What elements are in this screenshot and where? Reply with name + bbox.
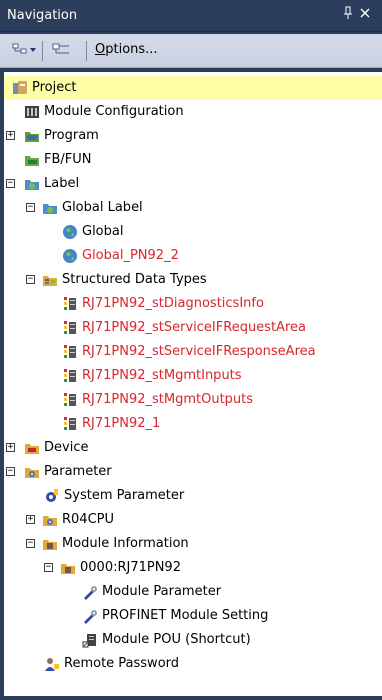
tree-item-sdt[interactable]: RJ71PN92_stDiagnosticsInfo bbox=[4, 292, 382, 316]
tree-item-r04cpu[interactable]: + R04CPU bbox=[4, 508, 382, 532]
device-folder-icon bbox=[24, 440, 40, 456]
structure-icon bbox=[62, 296, 78, 312]
module-information-folder-icon bbox=[42, 536, 58, 552]
structure-icon bbox=[62, 392, 78, 408]
remote-password-icon bbox=[44, 656, 60, 672]
tree-item-label: Parameter bbox=[44, 464, 112, 479]
expand-icon[interactable]: + bbox=[6, 131, 15, 140]
options-label-rest: ptions... bbox=[105, 42, 158, 57]
structure-icon bbox=[62, 320, 78, 336]
tree-item-label: Label bbox=[44, 176, 80, 191]
tree-item-label-folder[interactable]: − Label bbox=[4, 172, 382, 196]
tree-item-module-configuration[interactable]: Module Configuration bbox=[4, 100, 382, 124]
collapse-icon[interactable]: − bbox=[44, 563, 53, 572]
tree-item-label: Module POU (Shortcut) bbox=[102, 632, 251, 647]
tree-item-label: RJ71PN92_stMgmtInputs bbox=[82, 368, 242, 383]
tree-item-label: R04CPU bbox=[62, 512, 115, 527]
tree-item-label: RJ71PN92_stServiceIFResponseArea bbox=[82, 344, 316, 359]
expand-icon[interactable]: + bbox=[26, 515, 35, 524]
tree-item-label: Global bbox=[82, 224, 124, 239]
module-configuration-icon bbox=[24, 104, 40, 120]
tree-item-remote-password[interactable]: Remote Password bbox=[4, 652, 382, 676]
tree-item-label: FB/FUN bbox=[44, 152, 92, 167]
label-folder-icon bbox=[24, 176, 40, 192]
tree-item-label: System Parameter bbox=[64, 488, 185, 503]
tree-item-parameter[interactable]: − Parameter bbox=[4, 460, 382, 484]
tree-item-system-parameter[interactable]: System Parameter bbox=[4, 484, 382, 508]
tree-item-module-parameter[interactable]: Module Parameter bbox=[4, 580, 382, 604]
tree-item-module-pou[interactable]: Module POU (Shortcut) bbox=[4, 628, 382, 652]
display-mode-dropdown-icon[interactable] bbox=[12, 40, 38, 60]
tree-item-label: RJ71PN92_stServiceIFRequestArea bbox=[82, 320, 306, 335]
tree-item-label: Global Label bbox=[62, 200, 143, 215]
tree-item-module-information[interactable]: − Module Information bbox=[4, 532, 382, 556]
tree-item-label: Remote Password bbox=[64, 656, 180, 671]
tree-item-sdt[interactable]: RJ71PN92_stMgmtInputs bbox=[4, 364, 382, 388]
collapse-icon[interactable]: − bbox=[6, 467, 15, 476]
tree-item-label: Program bbox=[44, 128, 99, 143]
tree-item-sdt[interactable]: RJ71PN92_stServiceIFResponseArea bbox=[4, 340, 382, 364]
tree-item-profinet-module-setting[interactable]: PROFINET Module Setting bbox=[4, 604, 382, 628]
collapse-icon[interactable]: − bbox=[26, 275, 35, 284]
tree-item-label: RJ71PN92_stDiagnosticsInfo bbox=[82, 296, 264, 311]
panel-toolbar: Options... bbox=[0, 34, 382, 68]
tree-item-project[interactable]: Project bbox=[4, 76, 382, 100]
tree-item-sdt[interactable]: RJ71PN92_1 bbox=[4, 412, 382, 436]
tree-item-structured-data-types[interactable]: − Structured Data Types bbox=[4, 268, 382, 292]
structure-icon bbox=[62, 416, 78, 432]
tree-item-fbfun[interactable]: FB/FUN bbox=[4, 148, 382, 172]
tree-item-label: Global_PN92_2 bbox=[82, 248, 179, 263]
tree-item-label: PROFINET Module Setting bbox=[102, 608, 269, 623]
parameter-folder-icon bbox=[24, 464, 40, 480]
options-button[interactable]: Options... bbox=[95, 42, 158, 57]
module-folder-icon bbox=[60, 560, 76, 576]
shortcut-icon bbox=[82, 632, 98, 648]
tree-item-label: RJ71PN92_stMgmtOutputs bbox=[82, 392, 254, 407]
expand-icon[interactable]: + bbox=[6, 443, 15, 452]
tree-item-sdt[interactable]: RJ71PN92_stMgmtOutputs bbox=[4, 388, 382, 412]
tree-item-global-label[interactable]: − Global Label bbox=[4, 196, 382, 220]
module-setting-icon bbox=[82, 608, 98, 624]
globe-icon bbox=[62, 224, 78, 240]
tree-item-module-0000[interactable]: − 0000:RJ71PN92 bbox=[4, 556, 382, 580]
panel-title: Navigation bbox=[7, 8, 78, 23]
tree-item-global-pn92-2[interactable]: Global_PN92_2 bbox=[4, 244, 382, 268]
structure-icon bbox=[62, 368, 78, 384]
project-tree: Project Module Configuration + Program F… bbox=[4, 72, 382, 696]
system-parameter-icon bbox=[44, 488, 60, 504]
tree-item-label: RJ71PN92_1 bbox=[82, 416, 161, 431]
cpu-folder-icon bbox=[42, 512, 58, 528]
tree-item-label: Module Configuration bbox=[44, 104, 184, 119]
tree-item-program[interactable]: + Program bbox=[4, 124, 382, 148]
collapse-icon[interactable]: − bbox=[6, 179, 15, 188]
project-icon bbox=[12, 80, 28, 96]
tree-item-label: Module Parameter bbox=[102, 584, 222, 599]
tree-item-sdt[interactable]: RJ71PN92_stServiceIFRequestArea bbox=[4, 316, 382, 340]
tree-item-label: Module Information bbox=[62, 536, 189, 551]
tree-item-label: 0000:RJ71PN92 bbox=[80, 560, 181, 575]
tree-item-label: Structured Data Types bbox=[62, 272, 207, 287]
tree-item-label: Device bbox=[44, 440, 89, 455]
tree-item-label: Project bbox=[32, 80, 77, 95]
toolbar-separator bbox=[86, 41, 87, 61]
structure-icon bbox=[62, 344, 78, 360]
collapse-icon[interactable]: − bbox=[26, 203, 35, 212]
panel-titlebar[interactable]: Navigation bbox=[0, 0, 382, 32]
module-parameter-icon bbox=[82, 584, 98, 600]
collapse-tree-icon[interactable] bbox=[52, 40, 74, 60]
navigation-panel: Navigation Options... Project Module Con… bbox=[0, 0, 382, 700]
close-icon[interactable] bbox=[360, 5, 370, 23]
tree-item-global[interactable]: Global bbox=[4, 220, 382, 244]
toolbar-separator bbox=[42, 41, 43, 61]
fbfun-folder-icon bbox=[24, 152, 40, 168]
structured-data-folder-icon bbox=[42, 272, 58, 288]
globe-icon bbox=[62, 248, 78, 264]
pin-icon[interactable] bbox=[343, 6, 353, 24]
tree-item-device[interactable]: + Device bbox=[4, 436, 382, 460]
collapse-icon[interactable]: − bbox=[26, 539, 35, 548]
options-mnemonic: O bbox=[95, 42, 106, 57]
program-folder-icon bbox=[24, 128, 40, 144]
global-label-folder-icon bbox=[42, 200, 58, 216]
